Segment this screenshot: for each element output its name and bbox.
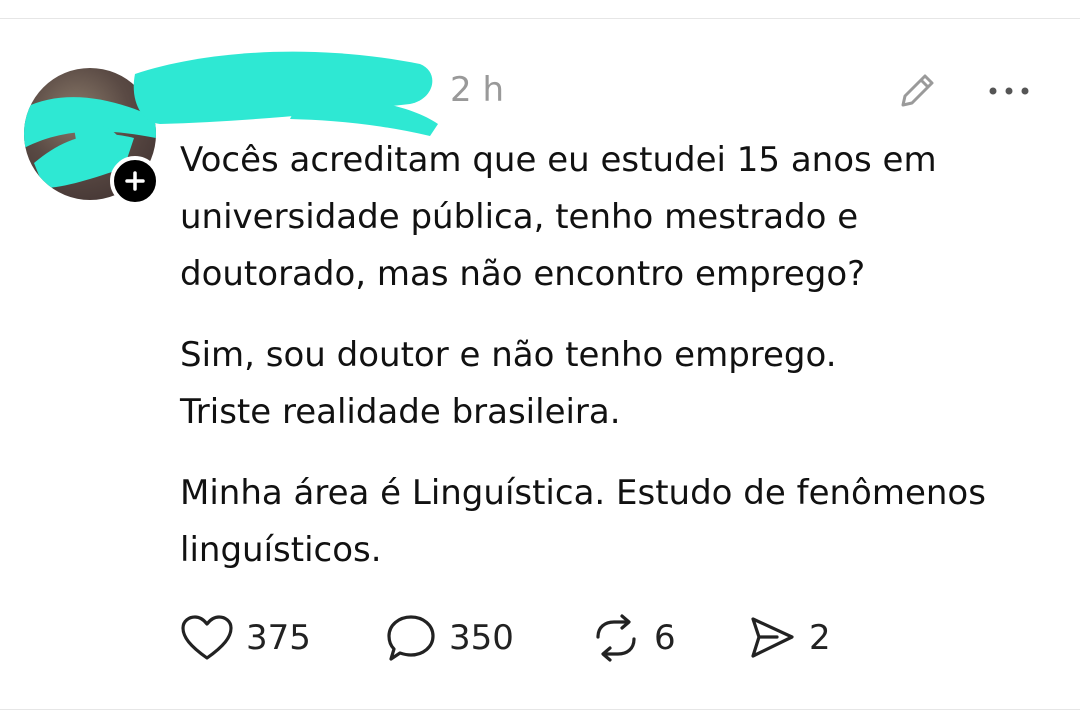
follow-button[interactable] bbox=[110, 156, 160, 206]
send-icon bbox=[751, 617, 794, 658]
post-paragraph: Triste realidade brasileira. bbox=[180, 392, 621, 432]
name-redaction-scribble bbox=[133, 51, 438, 136]
post-paragraph: Vocês acreditam que eu estudei 15 anos e… bbox=[180, 140, 937, 294]
more-horizontal-icon bbox=[989, 87, 1029, 95]
plus-icon bbox=[125, 171, 145, 191]
like-button[interactable]: 375 bbox=[180, 610, 385, 666]
edit-button[interactable] bbox=[892, 66, 942, 116]
heart-icon bbox=[181, 615, 233, 660]
repost-button[interactable]: 6 bbox=[590, 610, 747, 666]
timestamp: 2 h bbox=[450, 70, 504, 110]
like-count: 375 bbox=[246, 618, 311, 658]
bottom-divider bbox=[0, 709, 1080, 710]
pencil-icon bbox=[901, 74, 934, 107]
share-button[interactable]: 2 bbox=[747, 610, 867, 666]
share-count: 2 bbox=[809, 618, 831, 658]
reply-button[interactable]: 350 bbox=[385, 610, 590, 666]
repost-icon bbox=[596, 614, 636, 662]
post-paragraph: Minha área é Linguística. Estudo de fenô… bbox=[180, 473, 986, 570]
post-content: Vocês acreditam que eu estudei 15 anos e… bbox=[180, 132, 1050, 603]
thread-post: s 2 h Vocês acreditam que eu estudei 15 … bbox=[0, 0, 1080, 718]
more-options-button[interactable] bbox=[984, 66, 1034, 116]
post-paragraph: Sim, sou doutor e não tenho emprego. bbox=[180, 335, 837, 375]
post-actions: 375 350 6 2 bbox=[180, 610, 867, 666]
username[interactable]: s bbox=[300, 68, 318, 112]
repost-count: 6 bbox=[654, 618, 676, 658]
reply-count: 350 bbox=[449, 618, 514, 658]
comment-icon bbox=[387, 615, 435, 661]
